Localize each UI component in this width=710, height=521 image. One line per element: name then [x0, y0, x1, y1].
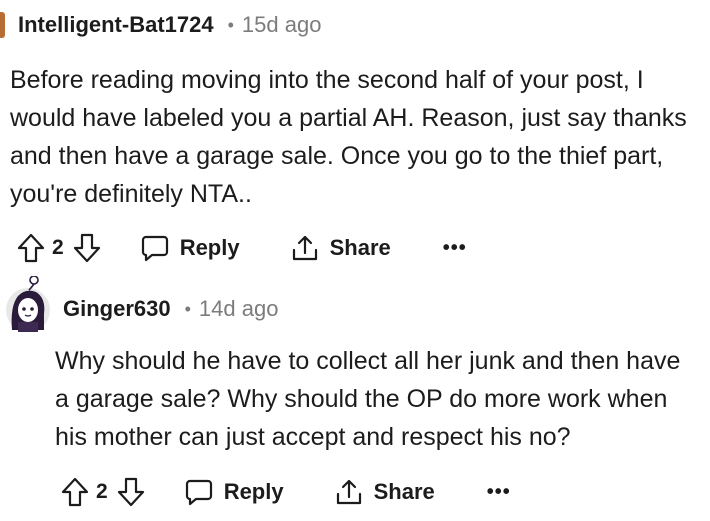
- comment-header: Intelligent-Bat1724 • 15d ago: [18, 12, 321, 38]
- avatar[interactable]: [0, 12, 5, 38]
- more-options-icon[interactable]: •••: [443, 237, 467, 260]
- upvote-icon[interactable]: [16, 232, 46, 264]
- downvote-icon[interactable]: [72, 232, 102, 264]
- comment-body: Why should he have to collect all her ju…: [55, 342, 700, 456]
- comment-header: Ginger630 • 14d ago: [63, 296, 278, 322]
- reply-label: Reply: [179, 235, 240, 260]
- downvote-icon[interactable]: [116, 476, 146, 508]
- action-bar: 2 Reply Share •••: [16, 228, 467, 268]
- comment-text: Before reading moving into the second ha…: [10, 66, 687, 208]
- action-bar: 2 Reply Share •••: [60, 472, 511, 512]
- more-options-icon[interactable]: •••: [487, 481, 511, 504]
- share-label: Share: [329, 235, 391, 260]
- avatar[interactable]: [4, 275, 52, 334]
- timestamp[interactable]: 15d ago: [242, 12, 322, 38]
- username[interactable]: Ginger630: [63, 296, 171, 322]
- reply-button[interactable]: Reply: [140, 233, 240, 263]
- share-button[interactable]: Share: [290, 233, 391, 263]
- comment-text: Why should he have to collect all her ju…: [55, 347, 681, 451]
- comment-body: Before reading moving into the second ha…: [10, 61, 700, 213]
- speech-bubble-icon: [140, 233, 170, 263]
- timestamp[interactable]: 14d ago: [199, 296, 279, 322]
- upvote-icon[interactable]: [60, 476, 90, 508]
- username[interactable]: Intelligent-Bat1724: [18, 12, 214, 38]
- reply-label: Reply: [223, 479, 284, 504]
- share-icon: [334, 477, 364, 507]
- share-button[interactable]: Share: [334, 477, 435, 507]
- reply-button[interactable]: Reply: [184, 477, 284, 507]
- share-icon: [290, 233, 320, 263]
- speech-bubble-icon: [184, 477, 214, 507]
- vote-count: 2: [96, 480, 108, 503]
- share-label: Share: [373, 479, 435, 504]
- vote-count: 2: [52, 236, 64, 259]
- meta-separator: •: [184, 298, 191, 319]
- meta-separator: •: [227, 14, 234, 35]
